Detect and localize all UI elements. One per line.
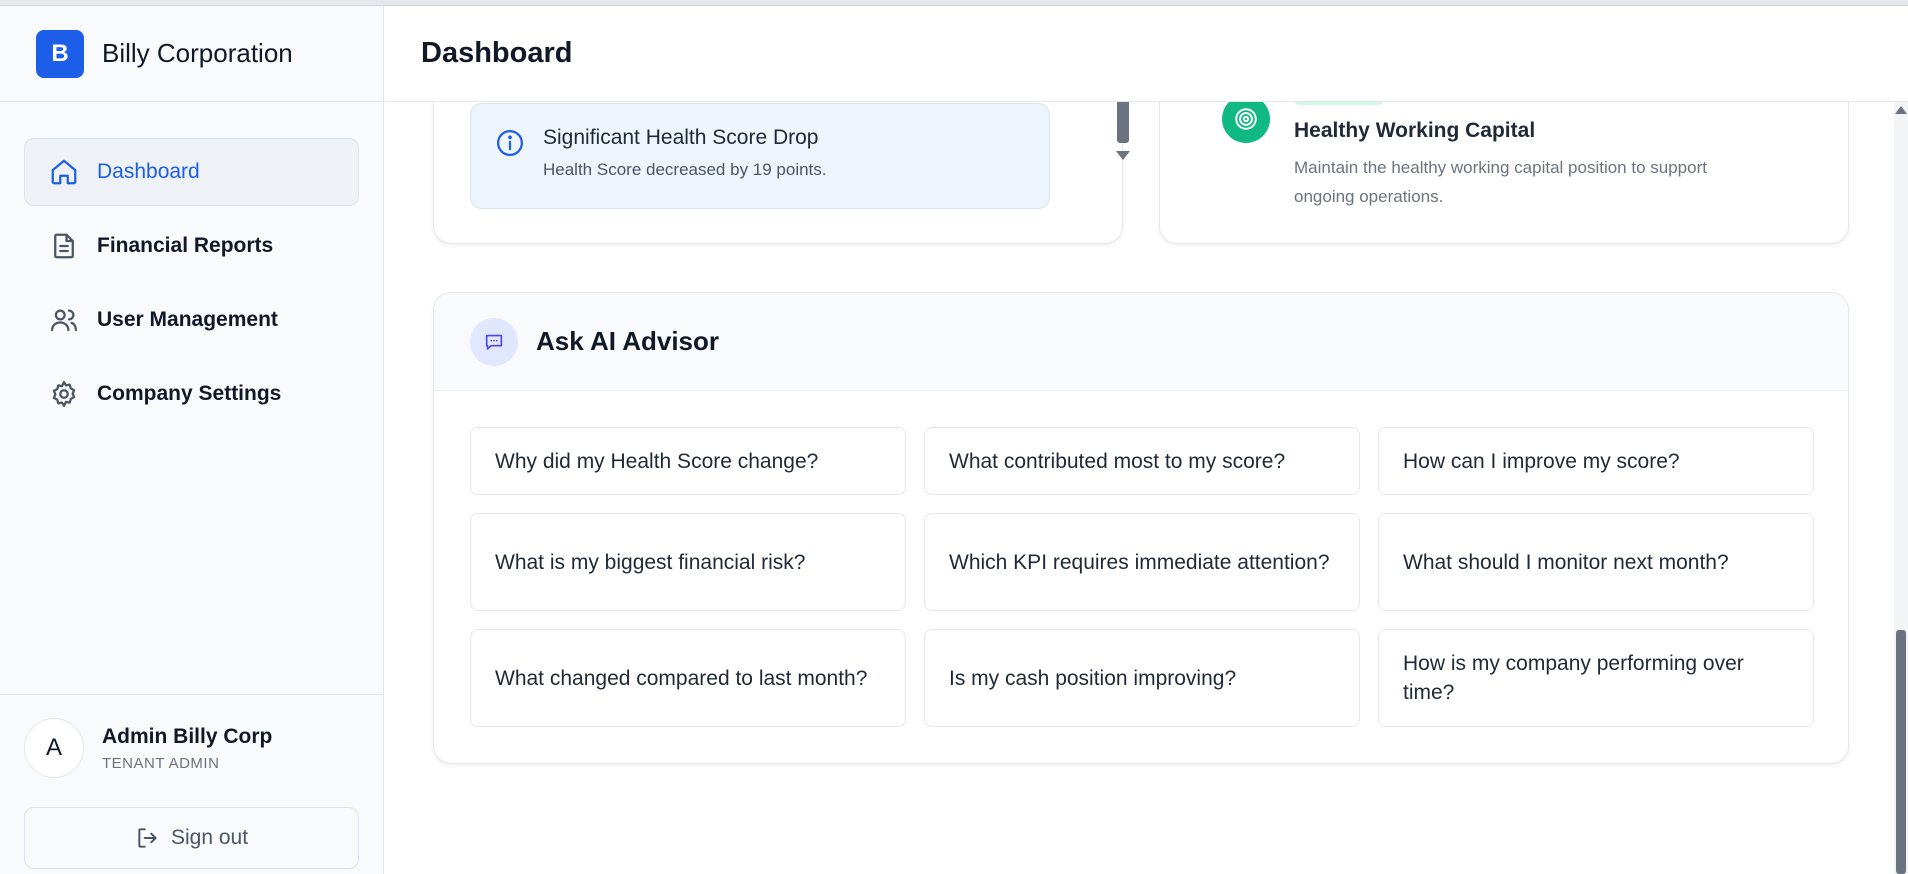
sidebar-item-financial-reports[interactable]: Financial Reports xyxy=(24,212,359,280)
brand-name: Billy Corporation xyxy=(102,38,293,68)
gear-icon xyxy=(49,379,79,409)
sidebar-item-label: User Management xyxy=(97,308,278,331)
question-button[interactable]: What is my biggest financial risk? xyxy=(470,513,906,611)
sign-out-label: Sign out xyxy=(170,826,249,849)
document-icon xyxy=(49,231,79,261)
chat-icon xyxy=(470,317,518,366)
user-role: TENANT ADMIN xyxy=(102,754,220,772)
page-title: Dashboard xyxy=(421,37,573,69)
question-button[interactable]: How is my company performing over time? xyxy=(1378,629,1814,727)
alerts-scroll-down-icon[interactable] xyxy=(1116,151,1130,160)
ai-advisor-card: Ask AI Advisor Why did my Health Score c… xyxy=(433,292,1849,764)
main-content: Significant Health Score Drop Health Sco… xyxy=(385,102,1885,874)
alert-title: Significant Health Score Drop xyxy=(543,126,819,149)
users-icon xyxy=(49,305,79,335)
recommendation-card: Healthy Working Capital Maintain the hea… xyxy=(1159,102,1849,244)
sign-out-button[interactable]: Sign out xyxy=(24,807,359,869)
scroll-up-icon[interactable] xyxy=(1895,106,1907,114)
target-icon xyxy=(1222,102,1270,143)
sidebar-footer: A Admin Billy Corp TENANT ADMIN Sign out xyxy=(0,694,383,874)
info-icon xyxy=(497,130,523,156)
sidebar-item-label: Financial Reports xyxy=(97,234,274,257)
brand-logo[interactable]: B xyxy=(36,29,84,78)
avatar[interactable]: A xyxy=(24,718,84,778)
recommendation-title: Healthy Working Capital xyxy=(1294,119,1536,142)
user-info: Admin Billy Corp TENANT ADMIN xyxy=(102,725,272,772)
ai-advisor-title: Ask AI Advisor xyxy=(536,326,720,356)
ai-advisor-header: Ask AI Advisor xyxy=(434,293,1848,391)
alert-item[interactable]: Significant Health Score Drop Health Sco… xyxy=(470,103,1050,209)
question-button[interactable]: What changed compared to last month? xyxy=(470,629,906,727)
user-profile: A Admin Billy Corp TENANT ADMIN xyxy=(24,713,359,783)
alerts-scrollbar-thumb[interactable] xyxy=(1117,102,1129,143)
recommendation-badge xyxy=(1294,102,1384,105)
alerts-card: Significant Health Score Drop Health Sco… xyxy=(433,102,1130,244)
question-button[interactable]: How can I improve my score? xyxy=(1378,427,1814,495)
sidebar: B Billy Corporation Dashboard Financial … xyxy=(0,6,384,874)
home-icon xyxy=(49,157,79,187)
question-button[interactable]: Which KPI requires immediate attention? xyxy=(924,513,1360,611)
page-scrollbar-thumb[interactable] xyxy=(1896,630,1906,874)
sidebar-item-label: Dashboard xyxy=(97,160,200,183)
user-name: Admin Billy Corp xyxy=(102,724,273,748)
app-window: B Billy Corporation Dashboard Financial … xyxy=(0,0,1908,874)
sidebar-item-company-settings[interactable]: Company Settings xyxy=(24,360,359,428)
sidebar-nav: Dashboard Financial Reports User Managem… xyxy=(0,102,383,428)
sidebar-item-user-management[interactable]: User Management xyxy=(24,286,359,354)
question-button[interactable]: Why did my Health Score change? xyxy=(470,427,906,495)
sidebar-item-dashboard[interactable]: Dashboard xyxy=(24,138,359,206)
recommendation-text: Maintain the healthy working capital pos… xyxy=(1294,158,1707,206)
question-button[interactable]: What should I monitor next month? xyxy=(1378,513,1814,611)
question-button[interactable]: Is my cash position improving? xyxy=(924,629,1360,727)
sidebar-item-label: Company Settings xyxy=(97,382,282,405)
brand: B Billy Corporation xyxy=(0,6,383,102)
question-button[interactable]: What contributed most to my score? xyxy=(924,427,1360,495)
page-scrollbar[interactable] xyxy=(1894,102,1908,874)
alert-text: Health Score decreased by 19 points. xyxy=(543,160,827,179)
page-header: Dashboard xyxy=(385,6,1908,102)
sign-out-icon xyxy=(138,828,157,848)
